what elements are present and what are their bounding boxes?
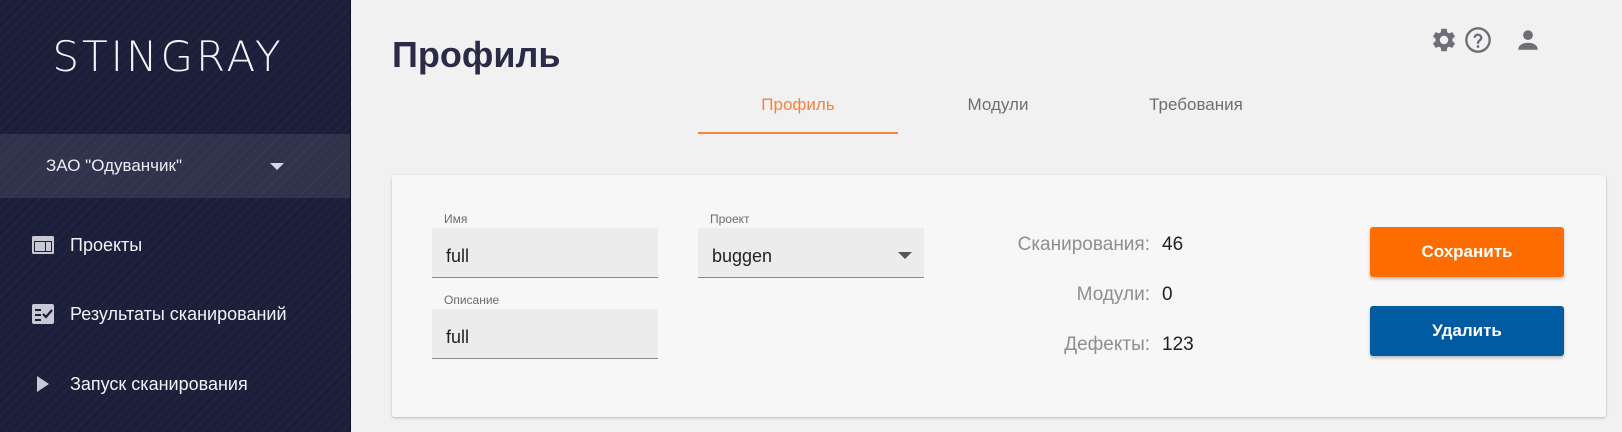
help-icon[interactable] [1462, 24, 1494, 56]
delete-button[interactable]: Удалить [1370, 306, 1564, 356]
tab-profile[interactable]: Профиль [698, 86, 898, 134]
sidebar-item-label: Проекты [70, 234, 143, 255]
page-title: Профиль [392, 34, 561, 75]
projects-icon [30, 232, 56, 258]
scan-results-icon [30, 301, 56, 327]
tab-modules[interactable]: Модули [898, 86, 1098, 134]
sidebar: STINGRAY ЗАО "Одуванчик" Проекты Результ… [0, 0, 351, 432]
play-icon [30, 371, 56, 397]
organization-select[interactable]: ЗАО "Одуванчик" [0, 134, 350, 198]
defects-label: Дефекты: [1064, 334, 1150, 355]
defects-value: 123 [1162, 334, 1194, 355]
sidebar-item-scan-results[interactable]: Результаты сканирований [0, 290, 350, 338]
chevron-down-icon [898, 252, 912, 259]
save-button[interactable]: Сохранить [1370, 227, 1564, 277]
app-logo: STINGRAY [52, 32, 284, 81]
account-icon[interactable] [1512, 24, 1544, 56]
description-field-value: full [446, 327, 470, 347]
chevron-down-icon [270, 163, 284, 170]
sidebar-item-label: Результаты сканирований [70, 303, 287, 324]
name-field-value: full [446, 246, 470, 266]
description-field[interactable]: Описание full [432, 293, 658, 359]
project-select-label: Проект [710, 212, 750, 226]
sidebar-item-label: Запуск сканирования [70, 373, 248, 394]
project-select[interactable]: Проект buggen [698, 212, 924, 278]
modules-label: Модули: [1076, 284, 1150, 305]
name-field-label: Имя [444, 212, 468, 226]
tab-requirements[interactable]: Требования [1096, 86, 1296, 134]
sidebar-item-projects[interactable]: Проекты [0, 221, 350, 269]
profile-card: Имя full Описание full Проект buggen Ска… [392, 175, 1606, 417]
description-field-label: Описание [444, 293, 500, 307]
gear-icon[interactable] [1428, 24, 1460, 56]
scans-value: 46 [1162, 234, 1184, 255]
project-select-value: buggen [712, 246, 773, 266]
modules-value: 0 [1162, 284, 1173, 305]
name-field[interactable]: Имя full [432, 212, 658, 278]
organization-label: ЗАО "Одуванчик" [46, 156, 182, 175]
scans-label: Сканирования: [1017, 234, 1150, 255]
sidebar-item-run-scan[interactable]: Запуск сканирования [0, 360, 350, 408]
